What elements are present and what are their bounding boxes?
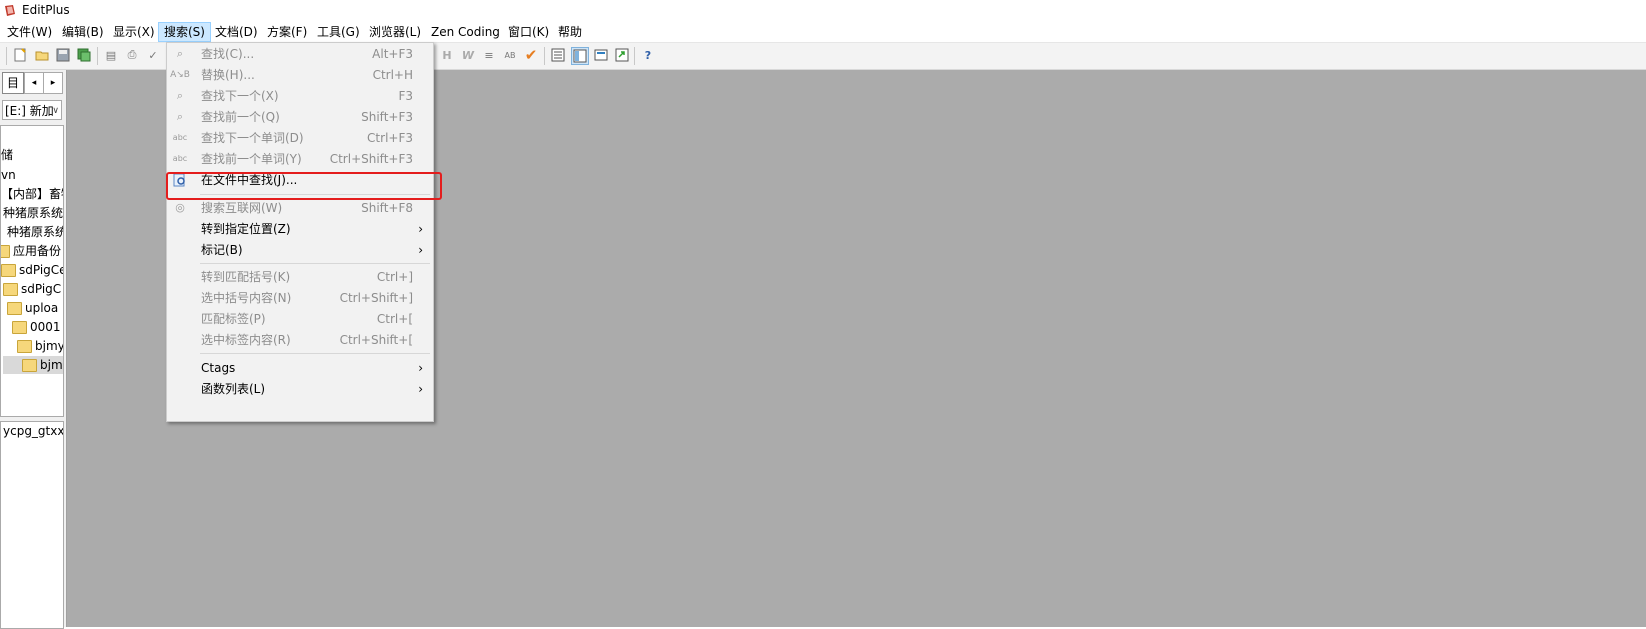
menu-item-replace[interactable]: A↘B 替换(H)... Ctrl+H xyxy=(167,64,433,86)
tree-item-selected[interactable]: bjm xyxy=(3,356,63,374)
tree-item[interactable]: 【内部】畜牧 xyxy=(1,185,63,203)
tree-item[interactable]: bjmy xyxy=(17,337,63,355)
menu-zen-coding[interactable]: Zen Coding xyxy=(426,23,505,41)
checkmark-icon[interactable]: ✔ xyxy=(523,46,539,64)
replace-icon: A↘B xyxy=(170,70,190,80)
menu-search[interactable]: 搜索(S) xyxy=(158,22,211,42)
menu-item-match-tag[interactable]: 匹配标签(P) Ctrl+[ xyxy=(167,308,433,330)
toolbar-grip xyxy=(6,47,7,65)
menu-file[interactable]: 文件(W) xyxy=(2,23,57,41)
header-icon[interactable]: H xyxy=(439,47,455,63)
title-bar: EditPlus xyxy=(0,0,1646,22)
tree-item[interactable]: 种猪原系统 xyxy=(7,223,63,241)
highlight-annotation-box xyxy=(166,172,442,200)
menu-item-select-bracket[interactable]: 选中括号内容(N) Ctrl+Shift+] xyxy=(167,287,433,309)
chevron-down-icon: ∨ xyxy=(52,106,59,116)
menu-item-bookmark[interactable]: 标记(B) › xyxy=(167,239,433,261)
menu-browser[interactable]: 浏览器(L) xyxy=(364,23,426,41)
tree-item[interactable]: 储 xyxy=(1,146,13,164)
tree-item[interactable]: vn xyxy=(1,166,16,184)
menu-bar: 文件(W) 编辑(B) 显示(X) 搜索(S) 文档(D) 方案(F) 工具(G… xyxy=(0,22,1646,43)
folder-icon xyxy=(1,245,10,258)
find-prev-word-icon: abc xyxy=(172,154,188,163)
menu-view[interactable]: 显示(X) xyxy=(108,23,160,41)
find-icon: ⌕ xyxy=(176,47,184,60)
tree-item[interactable]: 种猪原系统 xyxy=(3,204,63,222)
menu-edit[interactable]: 编辑(B) xyxy=(57,23,109,41)
menu-item-ctags[interactable]: Ctags › xyxy=(167,357,433,379)
tab-scroll-left-icon[interactable]: ◂ xyxy=(24,72,44,94)
directory-panel: 目 ◂ ▸ [E:] 新加 ∨ 储 vn 【内部】畜牧 种猪原系统 种猪原系统 … xyxy=(0,70,67,629)
menu-item-find-next-word[interactable]: abc 查找下一个单词(D) Ctrl+F3 xyxy=(167,127,433,149)
menu-window[interactable]: 窗口(K) xyxy=(503,23,554,41)
tree-item[interactable]: sdPigCe xyxy=(1,261,63,279)
submenu-arrow-icon: › xyxy=(418,243,423,257)
print-icon[interactable]: ⎙ xyxy=(124,47,140,63)
new-file-icon[interactable] xyxy=(12,47,28,63)
search-dropdown-menu: ⌕ 查找(C)... Alt+F3 A↘B 替换(H)... Ctrl+H ⌕ … xyxy=(166,42,434,422)
drive-dropdown[interactable]: [E:] 新加 ∨ xyxy=(2,100,62,120)
tab-scroll-right-icon[interactable]: ▸ xyxy=(43,72,63,94)
find-next-icon: ⌕ xyxy=(176,89,184,102)
file-list-item[interactable]: ycpg_gtxx xyxy=(3,424,63,438)
menu-item-find-prev[interactable]: ⌕ 查找前一个(Q) Shift+F3 xyxy=(167,106,433,128)
submenu-arrow-icon: › xyxy=(418,382,423,396)
directory-tab[interactable]: 目 xyxy=(2,72,24,94)
indent-icon[interactable]: ≡ xyxy=(481,47,497,63)
menu-item-search-web[interactable]: ◎ 搜索互联网(W) Shift+F8 xyxy=(167,197,433,219)
tree-item[interactable]: 应用备份 xyxy=(1,242,61,260)
menu-separator xyxy=(200,263,430,264)
save-icon[interactable] xyxy=(55,47,71,63)
folder-icon xyxy=(17,340,32,353)
folder-tree[interactable]: 储 vn 【内部】畜牧 种猪原系统 种猪原系统 应用备份 sdPigCe sdP… xyxy=(0,125,64,417)
cliptext-icon[interactable] xyxy=(593,47,609,63)
menu-item-find-prev-word[interactable]: abc 查找前一个单词(Y) Ctrl+Shift+F3 xyxy=(167,148,433,170)
directory-window-icon[interactable] xyxy=(571,47,589,65)
menu-project[interactable]: 方案(F) xyxy=(262,23,312,41)
editplus-logo-icon xyxy=(5,5,15,16)
menu-separator xyxy=(200,353,430,354)
document-list-icon[interactable] xyxy=(550,47,566,63)
drive-dropdown-value: [E:] 新加 xyxy=(5,104,54,118)
tree-item[interactable]: sdPigC xyxy=(3,280,61,298)
folder-icon xyxy=(3,283,18,296)
file-list[interactable]: ycpg_gtxx xyxy=(0,421,64,629)
print-preview-icon[interactable]: ▤ xyxy=(103,47,119,63)
tree-item[interactable]: 0001 xyxy=(12,318,61,336)
menu-item-function-list[interactable]: 函数列表(L) › xyxy=(167,378,433,400)
window-title: EditPlus xyxy=(22,3,70,17)
menu-document[interactable]: 文档(D) xyxy=(210,23,263,41)
folder-icon xyxy=(12,321,27,334)
menu-item-match-bracket[interactable]: 转到匹配括号(K) Ctrl+] xyxy=(167,266,433,288)
folder-icon xyxy=(1,264,16,277)
folder-icon xyxy=(7,302,22,315)
open-folder-icon xyxy=(22,359,37,372)
find-next-word-icon: abc xyxy=(172,133,188,142)
tree-item[interactable]: uploa xyxy=(7,299,58,317)
menu-item-find-next[interactable]: ⌕ 查找下一个(X) F3 xyxy=(167,85,433,107)
menu-item-find[interactable]: ⌕ 查找(C)... Alt+F3 xyxy=(167,43,433,65)
submenu-arrow-icon: › xyxy=(418,361,423,375)
sort-icon[interactable]: AB xyxy=(502,47,518,63)
word-wrap-icon[interactable]: W xyxy=(460,47,476,63)
save-all-icon[interactable] xyxy=(76,47,92,63)
open-folder-icon[interactable] xyxy=(34,47,50,63)
submenu-arrow-icon: › xyxy=(418,222,423,236)
help-icon[interactable]: ? xyxy=(640,47,656,63)
output-window-icon[interactable] xyxy=(614,47,630,63)
menu-help[interactable]: 帮助 xyxy=(553,23,587,41)
menu-item-goto[interactable]: 转到指定位置(Z) › xyxy=(167,218,433,240)
menu-tools[interactable]: 工具(G) xyxy=(312,23,365,41)
menu-item-select-tag[interactable]: 选中标签内容(R) Ctrl+Shift+[ xyxy=(167,329,433,351)
spell-check-icon[interactable]: ✓ xyxy=(145,47,161,63)
search-web-icon: ◎ xyxy=(175,201,185,214)
find-prev-icon: ⌕ xyxy=(176,110,184,123)
